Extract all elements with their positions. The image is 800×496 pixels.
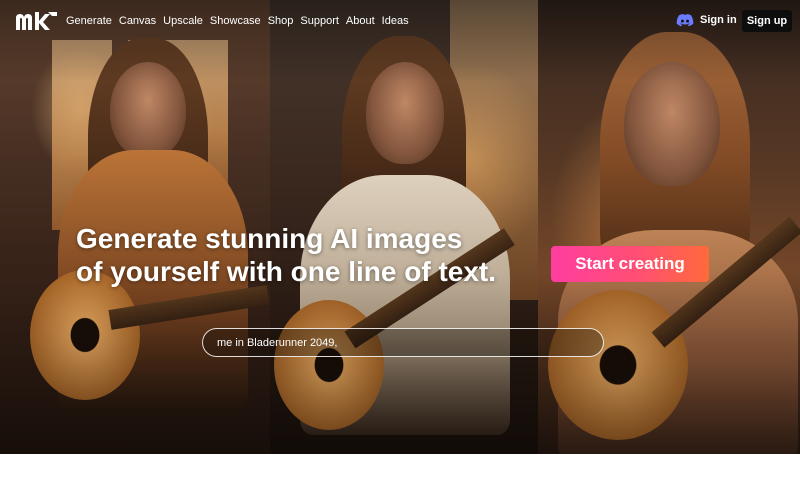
- sign-in-link[interactable]: Sign in: [700, 13, 737, 28]
- top-nav: Generate Canvas Upscale Showcase Shop Su…: [0, 0, 800, 42]
- headline-line-1: Generate stunning AI images: [76, 223, 463, 254]
- logo[interactable]: [14, 10, 58, 32]
- nav-link-about[interactable]: About: [346, 14, 375, 28]
- headline-line-2: of yourself with one line of text.: [76, 256, 497, 287]
- nav-link-support[interactable]: Support: [300, 14, 339, 28]
- nav-link-showcase[interactable]: Showcase: [210, 14, 261, 28]
- start-creating-button[interactable]: Start creating: [551, 246, 709, 282]
- nav-links: Generate Canvas Upscale Showcase Shop Su…: [66, 14, 416, 28]
- nav-link-shop[interactable]: Shop: [268, 14, 294, 28]
- sign-up-button[interactable]: Sign up: [742, 10, 792, 32]
- nav-link-canvas[interactable]: Canvas: [119, 14, 156, 28]
- nav-link-generate[interactable]: Generate: [66, 14, 112, 28]
- prompt-input[interactable]: [202, 328, 604, 357]
- nav-link-ideas[interactable]: Ideas: [382, 14, 409, 28]
- hero-headline: Generate stunning AI images of yourself …: [76, 222, 546, 288]
- discord-icon[interactable]: [676, 13, 694, 28]
- nav-link-upscale[interactable]: Upscale: [163, 14, 203, 28]
